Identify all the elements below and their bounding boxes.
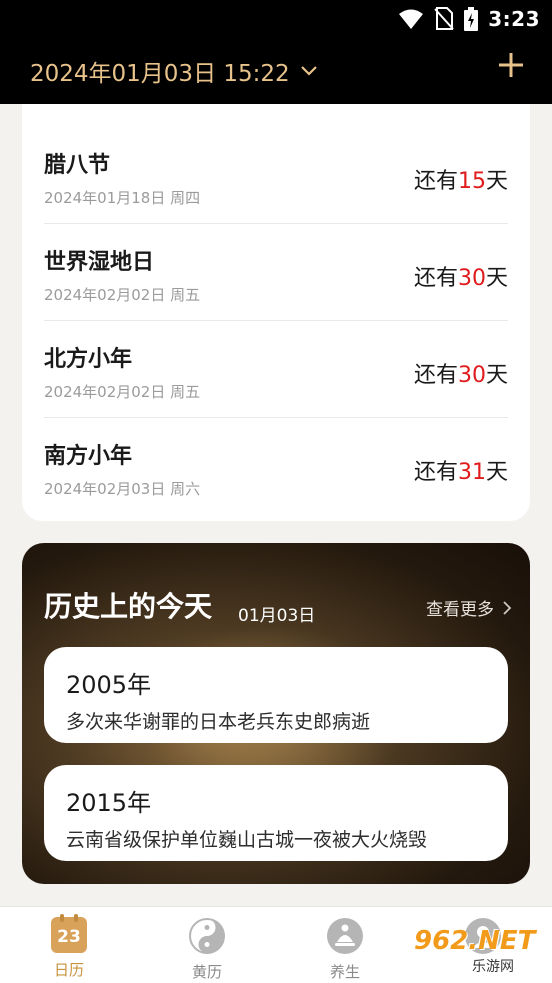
wifi-icon <box>399 9 424 29</box>
meditation-icon <box>327 918 363 954</box>
yin-yang-icon <box>189 918 225 954</box>
tab-label: 养生 <box>329 963 360 981</box>
tab-label: 黄历 <box>191 963 222 981</box>
site-watermark: 962.NET 乐游网 <box>414 922 548 978</box>
festival-name: 腊八节 <box>44 153 111 178</box>
festival-countdown: 还有15天 <box>413 169 508 194</box>
status-icons: 3:23 <box>398 7 540 31</box>
countdown-days: 31 <box>457 460 486 485</box>
history-today-card: 历史上的今天 01月03日 查看更多 2005年 多次来华谢罪的日本老兵东史郎病… <box>22 543 530 884</box>
countdown-days: 15 <box>457 169 486 194</box>
festival-row[interactable]: 世界湿地日 2024年02月02日 周五 还有30天 <box>44 224 508 321</box>
watermark-text: 962.NET <box>414 926 536 956</box>
festival-date: 2024年02月02日 周五 <box>44 383 201 401</box>
watermark-subtext: 乐游网 <box>472 959 514 975</box>
add-icon[interactable] <box>496 50 526 80</box>
status-bar: 3:23 <box>0 0 552 38</box>
view-more-label: 查看更多 <box>426 600 494 620</box>
date-picker[interactable]: 2024年01月03日 15:22 <box>30 54 318 88</box>
festival-countdown: 还有31天 <box>413 460 508 485</box>
battery-charging-icon <box>464 7 479 31</box>
festival-row[interactable]: 北方小年 2024年02月02日 周五 还有30天 <box>44 321 508 418</box>
festival-name: 世界湿地日 <box>44 250 155 275</box>
chevron-down-icon <box>300 66 317 76</box>
event-description: 多次来华谢罪的日本老兵东史郎病逝 <box>66 711 371 733</box>
festival-row[interactable]: 腊八节 2024年01月18日 周四 还有15天 <box>44 127 508 224</box>
festival-date: 2024年01月18日 周四 <box>44 189 201 207</box>
event-year: 2015年 <box>66 789 152 817</box>
history-date: 01月03日 <box>238 606 316 626</box>
tab-calendar[interactable]: 23 日历 <box>33 914 105 980</box>
event-year: 2005年 <box>66 671 152 699</box>
status-time: 3:23 <box>488 7 540 31</box>
event-description: 云南省级保护单位巍山古城一夜被大火烧毁 <box>66 829 428 851</box>
festival-list-card: 腊八节 2024年01月18日 周四 还有15天 世界湿地日 2024年02月0… <box>22 104 530 521</box>
festival-name: 北方小年 <box>44 347 133 372</box>
countdown-days: 30 <box>457 363 486 388</box>
header: 2024年01月03日 15:22 <box>0 38 552 104</box>
countdown-days: 30 <box>457 266 486 291</box>
calendar-icon: 23 <box>51 914 87 953</box>
tab-almanac[interactable]: 黄历 <box>171 917 243 982</box>
history-event-item[interactable]: 2015年 云南省级保护单位巍山古城一夜被大火烧毁 <box>44 765 508 861</box>
festival-date: 2024年02月02日 周五 <box>44 286 201 304</box>
chevron-right-icon <box>503 600 512 615</box>
current-date-time: 2024年01月03日 15:22 <box>30 61 290 87</box>
festival-date: 2024年02月03日 周六 <box>44 480 201 498</box>
festival-countdown: 还有30天 <box>413 363 508 388</box>
festival-name: 南方小年 <box>44 444 133 469</box>
history-event-item[interactable]: 2005年 多次来华谢罪的日本老兵东史郎病逝 <box>44 647 508 743</box>
no-sim-icon <box>434 7 454 30</box>
tab-health[interactable]: 养生 <box>309 917 381 982</box>
tab-label: 日历 <box>53 961 84 979</box>
history-title: 历史上的今天 <box>44 590 213 623</box>
view-more-link[interactable]: 查看更多 <box>426 595 512 620</box>
festival-row[interactable]: 南方小年 2024年02月03日 周六 还有31天 <box>44 418 508 515</box>
festival-countdown: 还有30天 <box>413 266 508 291</box>
